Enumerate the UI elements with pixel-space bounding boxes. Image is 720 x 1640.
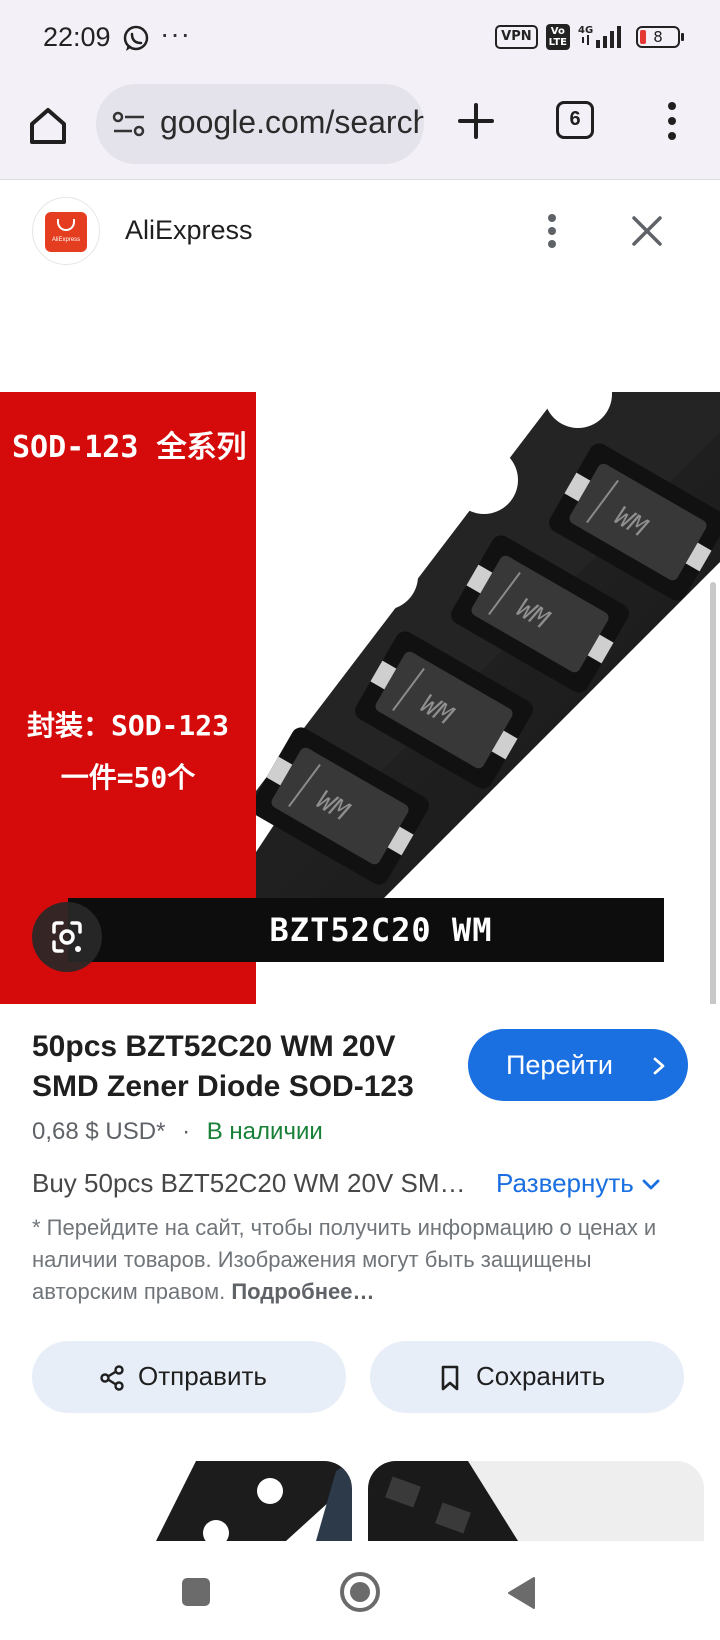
home-icon[interactable]	[24, 102, 72, 150]
source-header: AliExpress AliExpress	[0, 181, 720, 281]
back-icon[interactable]	[506, 1576, 536, 1610]
close-icon[interactable]	[630, 214, 664, 248]
description-text: Buy 50pcs BZT52C20 WM 20V SMD Zener Diod…	[32, 1168, 477, 1198]
product-title[interactable]: 50pcs BZT52C20 WM 20V SMD Zener Diode SO…	[32, 1027, 452, 1107]
recents-icon[interactable]	[182, 1578, 210, 1606]
battery-icon: 8	[636, 26, 684, 48]
related-image-1[interactable]	[16, 1461, 352, 1541]
more-link[interactable]: Подробнее…	[231, 1279, 374, 1304]
tab-switcher-button[interactable]: 6	[556, 101, 594, 139]
quantity-label: 一件=50个	[60, 761, 196, 794]
disclaimer: * Перейдите на сайт, чтобы получить инфо…	[32, 1215, 657, 1304]
aliexpress-logo-icon: AliExpress	[45, 212, 87, 252]
address-bar[interactable]: google.com/search	[96, 84, 424, 164]
status-bar: 22:09 ··· VPN Vo LTE 4G 8	[0, 0, 720, 80]
browser-menu-icon[interactable]	[660, 98, 684, 144]
related-thumb-2	[368, 1461, 704, 1541]
svg-text:4G: 4G	[578, 25, 593, 36]
expand-button[interactable]: Развернуть	[496, 1168, 660, 1199]
save-label: Сохранить	[476, 1361, 606, 1391]
status-time: 22:09	[43, 22, 111, 52]
share-icon	[100, 1365, 124, 1391]
goto-button[interactable]: Перейти	[468, 1029, 688, 1101]
status-indicators: VPN Vo LTE 4G 8	[495, 24, 684, 50]
source-name[interactable]: AliExpress	[125, 215, 253, 246]
system-nav-bar	[0, 1544, 720, 1640]
lens-icon	[52, 921, 82, 953]
price-separator: ·	[182, 1118, 191, 1145]
new-tab-plus-icon[interactable]	[455, 100, 497, 142]
model-banner: BZT52C20 WM	[68, 898, 664, 962]
share-button[interactable]: Отправить	[32, 1341, 346, 1413]
price-row: 0,68 $ USD* · В наличии	[32, 1118, 323, 1146]
package-label: 封装：SOD-123	[26, 709, 229, 742]
price: 0,68 $ USD*	[32, 1118, 166, 1145]
source-logo[interactable]: AliExpress	[32, 197, 100, 265]
home-nav-icon[interactable]	[340, 1572, 380, 1612]
whatsapp-icon	[123, 25, 149, 51]
more-options-icon[interactable]	[540, 208, 564, 254]
image-scrollbar[interactable]	[710, 582, 716, 1004]
url-text: google.com/search	[160, 104, 424, 140]
goto-label: Перейти	[506, 1050, 613, 1080]
product-image[interactable]: WM WM WM WM SOD-123 全系列 封装：SOD-123 一件=50…	[0, 392, 720, 1004]
browser-toolbar: google.com/search 6	[0, 80, 720, 180]
save-button[interactable]: Сохранить	[370, 1341, 684, 1413]
site-settings-icon[interactable]	[112, 110, 146, 138]
chevron-right-icon	[653, 1057, 665, 1075]
bookmark-icon	[441, 1365, 459, 1391]
google-lens-button[interactable]	[32, 902, 102, 972]
volte-icon: Vo LTE	[545, 24, 570, 50]
description-row: Buy 50pcs BZT52C20 WM 20V SMD Zener Diod…	[32, 1168, 688, 1202]
chevron-down-icon	[642, 1179, 660, 1190]
series-title: SOD-123 全系列	[12, 430, 247, 465]
signal-icon: 4G	[578, 25, 621, 48]
status-overflow: ···	[160, 18, 191, 49]
vpn-icon: VPN	[495, 25, 538, 49]
stock-status: В наличии	[206, 1118, 323, 1145]
share-label: Отправить	[138, 1361, 267, 1391]
related-image-2[interactable]	[368, 1461, 704, 1541]
related-thumb-1	[16, 1461, 352, 1541]
model-text: BZT52C20 WM	[269, 911, 493, 949]
